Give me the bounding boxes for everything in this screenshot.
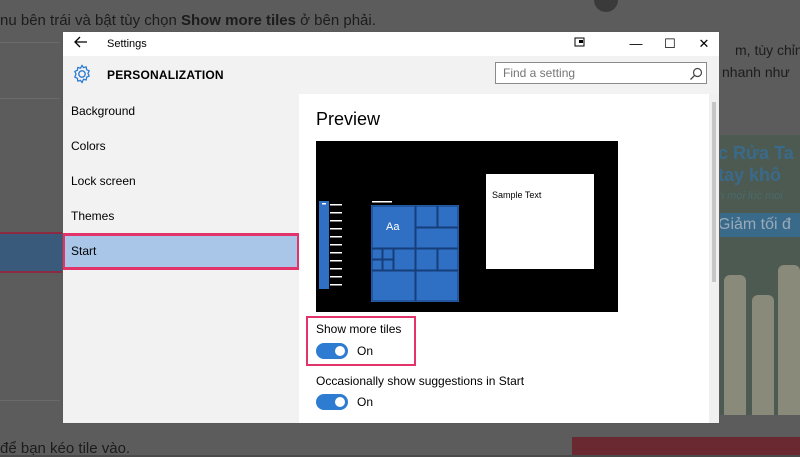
article-text-right-1: m, tùy chỉnh	[735, 42, 800, 58]
sample-window: Sample Text	[486, 174, 594, 269]
scrollbar-thumb[interactable]	[712, 102, 716, 282]
title-bar: Settings — ☐ ✕	[63, 32, 719, 56]
window-title: Settings	[107, 38, 147, 50]
compact-overlay-icon	[574, 37, 585, 47]
background-banner	[572, 437, 800, 455]
minimize-button[interactable]: —	[625, 35, 647, 53]
background-highlight	[0, 232, 62, 273]
product-image	[752, 295, 774, 415]
sidebar: Background Colors Lock screen Themes Sta…	[63, 94, 300, 423]
search-icon[interactable]	[689, 67, 703, 81]
page-title: PERSONALIZATION	[107, 68, 224, 82]
sidebar-item-lock-screen[interactable]: Lock screen	[63, 164, 299, 199]
scrollbar[interactable]	[709, 94, 719, 423]
article-divider	[0, 98, 60, 99]
sample-text: Sample Text	[492, 190, 542, 200]
show-more-tiles-state: On	[357, 344, 374, 358]
sidebar-item-start[interactable]: Start	[63, 233, 300, 270]
maximize-button[interactable]: ☐	[659, 35, 681, 53]
product-image	[778, 265, 800, 415]
article-divider	[0, 400, 60, 401]
article-divider	[0, 42, 60, 43]
preview-heading: Preview	[316, 109, 381, 129]
back-arrow-icon	[74, 36, 87, 48]
search-input[interactable]	[495, 62, 707, 84]
sidebar-item-background[interactable]: Background	[63, 94, 299, 129]
show-more-tiles-label: Show more tiles	[316, 322, 402, 336]
ad-headline-2: tay khô	[718, 165, 782, 185]
suggestions-toggle[interactable]	[316, 394, 348, 410]
ad-tagline: n mọi lúc mọi	[718, 190, 783, 202]
advertisement[interactable]: c Rửa Ta tay khô n mọi lúc mọi Giảm tối …	[718, 135, 800, 415]
product-image	[724, 275, 746, 415]
start-settings-content: Preview Aa Sample Text Show more tiles O…	[299, 94, 711, 423]
close-button[interactable]: ✕	[693, 35, 715, 53]
article-text-right-2: nhanh như	[722, 64, 790, 80]
show-more-tiles-toggle[interactable]	[316, 343, 348, 359]
toggle-knob	[335, 397, 345, 407]
sidebar-item-colors[interactable]: Colors	[63, 129, 299, 164]
suggestions-label: Occasionally show suggestions in Start	[316, 374, 525, 388]
compact-overlay-button[interactable]	[569, 35, 591, 53]
settings-window: Settings — ☐ ✕ PERSONALIZATION Backgroun…	[62, 31, 720, 424]
suggestions-state: On	[357, 395, 374, 409]
tile-label: Aa	[386, 221, 400, 233]
settings-header: PERSONALIZATION	[63, 56, 719, 94]
article-text-bottom: để bạn kéo tile vào.	[0, 440, 131, 457]
sidebar-item-themes[interactable]: Themes	[63, 199, 299, 234]
article-text-top: nu bên trái và bật tùy chọn Show more ti…	[0, 12, 376, 29]
back-button[interactable]	[71, 35, 91, 53]
gear-icon	[74, 64, 90, 84]
toggle-knob	[335, 346, 345, 356]
ad-headline: c Rửa Ta	[718, 143, 794, 163]
ad-button[interactable]: Giảm tối đ	[718, 213, 800, 237]
start-preview: Aa Sample Text	[316, 141, 618, 312]
background-avatar	[594, 0, 618, 12]
